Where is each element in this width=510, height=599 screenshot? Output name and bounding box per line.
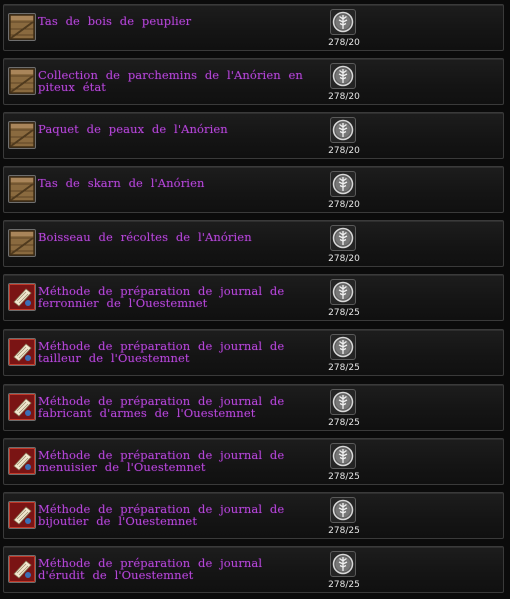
list-item[interactable]: Collection de parchemins de l'Anórien en… [3,58,504,105]
item-name: Méthode de préparation de journal de men… [38,448,285,474]
tree-token-icon[interactable] [330,117,356,143]
crate-icon[interactable] [8,121,36,149]
item-count: 278/20 [328,38,360,48]
crate-icon[interactable] [8,175,36,203]
tree-token-icon[interactable] [330,334,356,360]
list-item[interactable]: Méthode de préparation de journal de men… [3,438,504,485]
list-item[interactable]: Tas de bois de peuplier 278/20 [3,4,504,51]
recipe-scroll-icon[interactable] [8,338,36,366]
list-item[interactable]: Méthode de préparation de journal d'érud… [3,546,504,593]
crate-icon[interactable] [8,67,36,95]
recipe-scroll-icon[interactable] [8,447,36,475]
item-name: Collection de parchemins de l'Anórien en… [38,68,303,94]
list-item[interactable]: Boisseau de récoltes de l'Anórien 278/20 [3,220,504,267]
list-item[interactable]: Méthode de préparation de journal de tai… [3,329,504,376]
recipe-scroll-icon[interactable] [8,501,36,529]
item-count: 278/20 [328,92,360,102]
recipe-scroll-icon[interactable] [8,283,36,311]
tree-token-icon[interactable] [330,225,356,251]
recipe-scroll-icon[interactable] [8,393,36,421]
item-count: 278/25 [328,526,360,536]
list-item[interactable]: Méthode de préparation de journal de fab… [3,384,504,431]
tree-token-icon[interactable] [330,389,356,415]
item-count: 278/20 [328,254,360,264]
crate-icon[interactable] [8,13,36,41]
item-count: 278/25 [328,418,360,428]
tree-token-icon[interactable] [330,9,356,35]
item-count: 278/25 [328,472,360,482]
item-count: 278/25 [328,363,360,373]
item-name: Méthode de préparation de journal d'érud… [38,556,263,582]
list-item[interactable]: Méthode de préparation de journal de bij… [3,492,504,539]
list-item[interactable]: Tas de skarn de l'Anórien 278/20 [3,166,504,213]
tree-token-icon[interactable] [330,443,356,469]
item-count: 278/25 [328,308,360,318]
item-name: Méthode de préparation de journal de fer… [38,284,285,310]
tree-token-icon[interactable] [330,497,356,523]
item-name: Boisseau de récoltes de l'Anórien [38,230,252,244]
item-name: Méthode de préparation de journal de bij… [38,502,285,528]
item-list: Tas de bois de peuplier 278/20 Collectio… [0,0,510,599]
item-name: Méthode de préparation de journal de tai… [38,339,285,365]
item-name: Tas de skarn de l'Anórien [38,176,205,190]
item-count: 278/25 [328,580,360,590]
list-item[interactable]: Méthode de préparation de journal de fer… [3,274,504,321]
list-item[interactable]: Paquet de peaux de l'Anórien 278/20 [3,112,504,159]
item-count: 278/20 [328,146,360,156]
item-name: Méthode de préparation de journal de fab… [38,394,285,420]
item-name: Tas de bois de peuplier [38,14,192,28]
item-name: Paquet de peaux de l'Anórien [38,122,228,136]
crate-icon[interactable] [8,229,36,257]
item-count: 278/20 [328,200,360,210]
tree-token-icon[interactable] [330,63,356,89]
tree-token-icon[interactable] [330,279,356,305]
tree-token-icon[interactable] [330,551,356,577]
tree-token-icon[interactable] [330,171,356,197]
recipe-scroll-icon[interactable] [8,555,36,583]
